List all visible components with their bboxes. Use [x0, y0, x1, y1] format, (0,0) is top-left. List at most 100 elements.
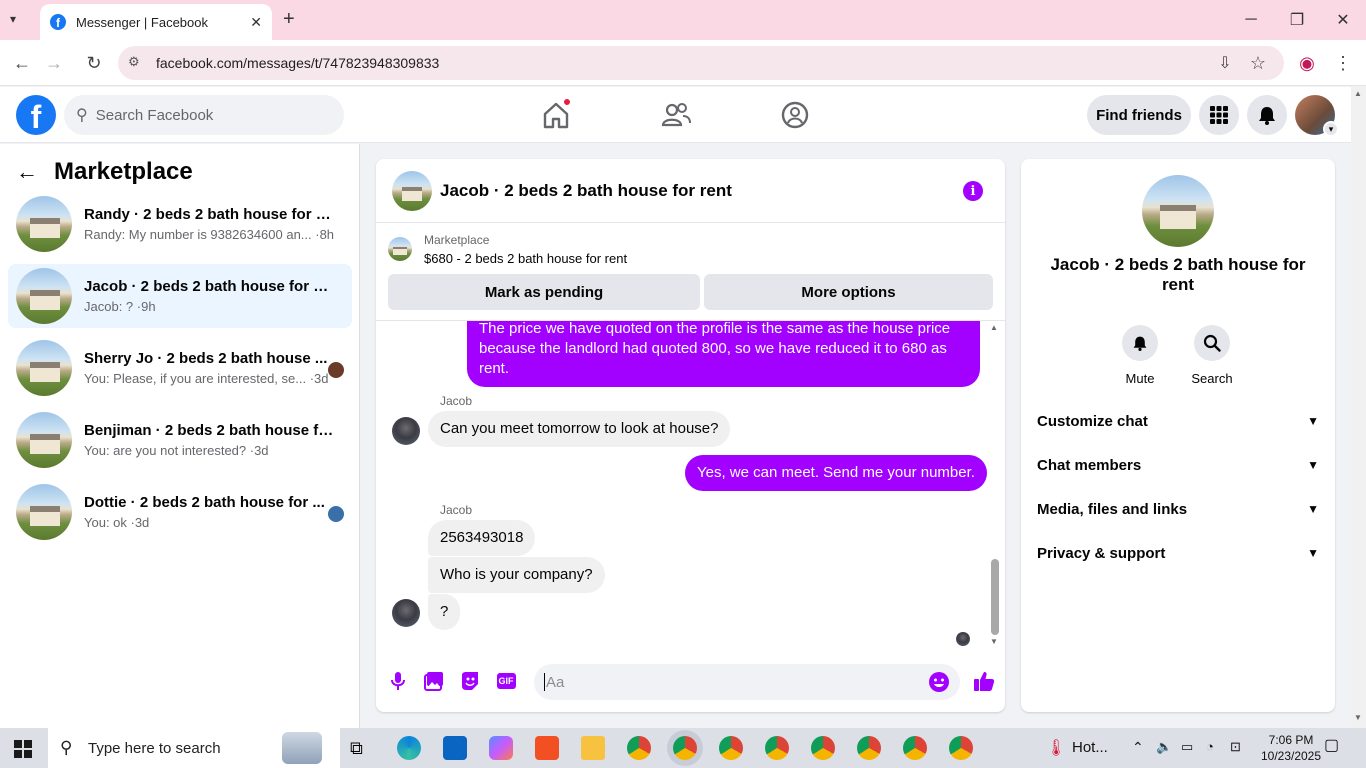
gif-icon[interactable]: GIF — [495, 670, 517, 692]
scroll-up-icon[interactable]: ▲ — [990, 323, 998, 332]
notifications-bell-icon[interactable] — [1247, 95, 1287, 135]
taskbar-search-box[interactable]: ⚲ Type here to search — [48, 728, 340, 768]
chrome-icon[interactable] — [627, 736, 651, 760]
sender-name: Jacob — [440, 394, 473, 408]
groups-icon[interactable] — [779, 99, 811, 131]
message-incoming: Can you meet tomorrow to look at house? — [428, 411, 731, 447]
conversation-preview: Jacob: ? ·9h — [84, 299, 156, 314]
page-scrollbar[interactable]: ▲ ▼ — [1351, 87, 1366, 728]
friends-icon[interactable] — [660, 99, 692, 131]
house-thumbnail — [16, 484, 72, 540]
photo-icon[interactable] — [423, 670, 445, 692]
tab-list-chevron-icon[interactable]: ▾ — [10, 12, 16, 26]
account-avatar[interactable]: ▾ — [1295, 95, 1339, 137]
conversation-item[interactable]: Benjiman · 2 beds 2 bath house fo... You:… — [8, 408, 352, 472]
task-view-icon[interactable]: ⧉ — [350, 738, 363, 759]
conversation-preview: You: are you not interested? ·3d — [84, 443, 269, 458]
conversation-item[interactable]: Randy · 2 beds 2 bath house for rent Rand… — [8, 192, 352, 256]
outlook-icon[interactable] — [443, 736, 467, 760]
windows-start-icon[interactable] — [14, 740, 32, 763]
house-thumbnail — [16, 412, 72, 468]
wifi-icon[interactable]: ◔ — [1206, 739, 1214, 755]
conversation-item[interactable]: Dottie · 2 beds 2 bath house for ... You:… — [8, 480, 352, 544]
battery-icon[interactable]: ▭ — [1181, 739, 1193, 755]
chrome-icon[interactable] — [719, 736, 743, 760]
chat-thumbnail[interactable] — [392, 170, 432, 211]
chat-title[interactable]: Jacob · 2 beds 2 bath house for rent — [440, 181, 732, 201]
jacob-avatar[interactable] — [392, 599, 420, 627]
copilot-icon[interactable] — [489, 736, 513, 760]
weather-text[interactable]: Hot... — [1072, 740, 1108, 756]
message-scrollbar[interactable]: ▲ ▼ — [990, 321, 1000, 655]
chrome-icon[interactable] — [949, 736, 973, 760]
close-tab-icon[interactable]: ✕ — [250, 14, 262, 31]
privacy-support-section[interactable]: Privacy & support ▼ — [1037, 531, 1319, 575]
install-app-icon[interactable]: ⇩ — [1210, 48, 1240, 78]
bookmark-star-icon[interactable]: ☆ — [1243, 48, 1273, 78]
scroll-down-icon[interactable]: ▼ — [990, 637, 998, 646]
volume-icon[interactable]: 🔈 — [1156, 739, 1172, 755]
chrome-icon[interactable] — [857, 736, 881, 760]
listing-thumbnail[interactable] — [388, 237, 412, 261]
edge-icon[interactable] — [397, 736, 421, 760]
chevron-down-icon: ▼ — [1307, 502, 1319, 516]
browser-menu-icon[interactable]: ⋮ — [1328, 48, 1358, 78]
mute-button[interactable]: Mute — [1105, 325, 1175, 386]
message-input[interactable]: Aa — [534, 664, 960, 700]
customize-chat-section[interactable]: Customize chat ▼ — [1037, 399, 1319, 443]
info-icon[interactable]: i — [963, 181, 983, 201]
conversation-item-active[interactable]: Jacob · 2 beds 2 bath house for rent Jaco… — [8, 264, 352, 328]
notification-center-icon[interactable]: ▢ — [1324, 738, 1339, 754]
site-settings-icon[interactable]: ⚙ — [128, 54, 146, 72]
emoji-icon[interactable] — [928, 671, 950, 697]
scroll-down-icon[interactable]: ▼ — [1354, 713, 1362, 722]
chat-members-section[interactable]: Chat members ▼ — [1037, 443, 1319, 487]
back-arrow-icon[interactable]: ← — [16, 159, 38, 185]
minimize-icon[interactable]: ─ — [1228, 6, 1274, 34]
sticker-icon[interactable] — [459, 670, 481, 692]
media-files-links-section[interactable]: Media, files and links ▼ — [1037, 487, 1319, 531]
thumbs-up-icon[interactable] — [972, 670, 996, 692]
tray-chevron-icon[interactable]: ⌃ — [1132, 739, 1144, 755]
reload-icon[interactable]: ↻ — [79, 48, 109, 78]
chrome-icon[interactable] — [903, 736, 927, 760]
scroll-up-icon[interactable]: ▲ — [1354, 89, 1362, 98]
back-icon[interactable]: ← — [7, 48, 37, 78]
search-in-chat-button[interactable]: Search — [1177, 325, 1247, 386]
search-highlight-image — [282, 732, 322, 764]
chrome-icon-active[interactable] — [673, 736, 697, 760]
home-icon[interactable] — [540, 97, 572, 131]
new-tab-icon[interactable]: + — [283, 8, 295, 31]
seen-avatar — [328, 506, 344, 522]
file-explorer-icon[interactable] — [581, 736, 605, 760]
store-icon[interactable] — [535, 736, 559, 760]
chrome-icon[interactable] — [765, 736, 789, 760]
profile-icon[interactable]: ◉ — [1292, 48, 1322, 78]
browser-tab-messenger[interactable]: f Messenger | Facebook ✕ — [40, 4, 272, 40]
listing-title[interactable]: $680 - 2 beds 2 bath house for rent — [424, 251, 627, 266]
marketplace-label: Marketplace — [424, 233, 490, 247]
find-friends-button[interactable]: Find friends — [1087, 95, 1191, 135]
message-outgoing: Yes, we can meet. Send me your number. — [685, 455, 987, 491]
menu-grid-icon[interactable] — [1199, 95, 1239, 135]
thermometer-icon[interactable]: 🌡 — [1046, 738, 1066, 758]
scrollbar-thumb[interactable] — [991, 559, 999, 635]
camera-icon[interactable]: ⊡ — [1230, 739, 1241, 755]
chevron-down-icon: ▼ — [1307, 458, 1319, 472]
chrome-icon[interactable] — [811, 736, 835, 760]
facebook-search-input[interactable]: ⚲ Search Facebook — [64, 95, 344, 135]
browser-toolbar: ← → ↻ ⚙ facebook.com/messages/t/74782394… — [0, 40, 1366, 86]
chat-profile-thumbnail[interactable] — [1142, 175, 1214, 247]
restore-icon[interactable]: ❐ — [1274, 6, 1320, 34]
mark-as-pending-button[interactable]: Mark as pending — [388, 274, 700, 310]
jacob-avatar[interactable] — [392, 417, 420, 445]
close-window-icon[interactable]: ✕ — [1320, 6, 1366, 34]
clock[interactable]: 7:06 PM 10/23/2025 — [1256, 732, 1326, 764]
microphone-icon[interactable] — [387, 670, 409, 692]
conversation-item[interactable]: Sherry Jo · 2 beds 2 bath house ... You: … — [8, 336, 352, 400]
more-options-button[interactable]: More options — [704, 274, 993, 310]
forward-icon[interactable]: → — [39, 48, 69, 78]
search-label: Search — [1191, 371, 1233, 386]
address-bar[interactable]: ⚙ facebook.com/messages/t/74782394830983… — [118, 46, 1284, 80]
facebook-logo[interactable]: f — [16, 95, 56, 135]
